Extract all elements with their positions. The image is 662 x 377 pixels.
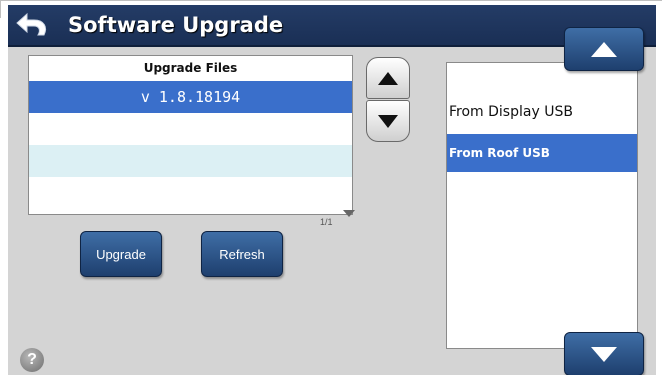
source-item-roof-usb[interactable]: From Roof USB bbox=[447, 134, 637, 172]
source-item-display-usb[interactable]: From Display USB bbox=[447, 93, 637, 131]
help-button[interactable]: ? bbox=[20, 348, 44, 372]
upgrade-files-list: Upgrade Files v 1.8.18194 bbox=[28, 55, 353, 215]
page-indicator: 1/1 bbox=[320, 217, 333, 227]
source-scroll-up-button[interactable] bbox=[564, 27, 644, 71]
file-row[interactable]: v 1.8.18194 bbox=[29, 81, 352, 113]
list-scroll-up-button[interactable] bbox=[366, 57, 410, 99]
file-row[interactable] bbox=[29, 113, 352, 145]
page-title: Software Upgrade bbox=[68, 13, 284, 37]
arrow-up-icon bbox=[591, 41, 617, 57]
back-arrow-icon bbox=[16, 12, 47, 36]
upgrade-screen: Software Upgrade Upgrade Files v 1.8.181… bbox=[8, 5, 656, 375]
upgrade-source-list: From Display USB From Roof USB bbox=[446, 62, 638, 349]
back-button[interactable] bbox=[14, 11, 54, 41]
file-row[interactable] bbox=[29, 145, 352, 177]
header-bar: Software Upgrade bbox=[8, 5, 656, 47]
arrow-down-icon bbox=[378, 114, 398, 128]
page-dropdown-icon[interactable] bbox=[343, 210, 355, 217]
arrow-up-icon bbox=[378, 71, 398, 85]
file-row[interactable] bbox=[29, 177, 352, 209]
list-scroll-down-button[interactable] bbox=[366, 100, 410, 142]
files-list-header: Upgrade Files bbox=[143, 61, 238, 75]
refresh-button[interactable]: Refresh bbox=[201, 231, 283, 277]
source-scroll-down-button[interactable] bbox=[564, 332, 644, 375]
frame-top-line bbox=[0, 0, 662, 1]
arrow-down-icon bbox=[591, 346, 617, 362]
frame-left-line bbox=[0, 0, 1, 18]
upgrade-button[interactable]: Upgrade bbox=[80, 231, 162, 277]
